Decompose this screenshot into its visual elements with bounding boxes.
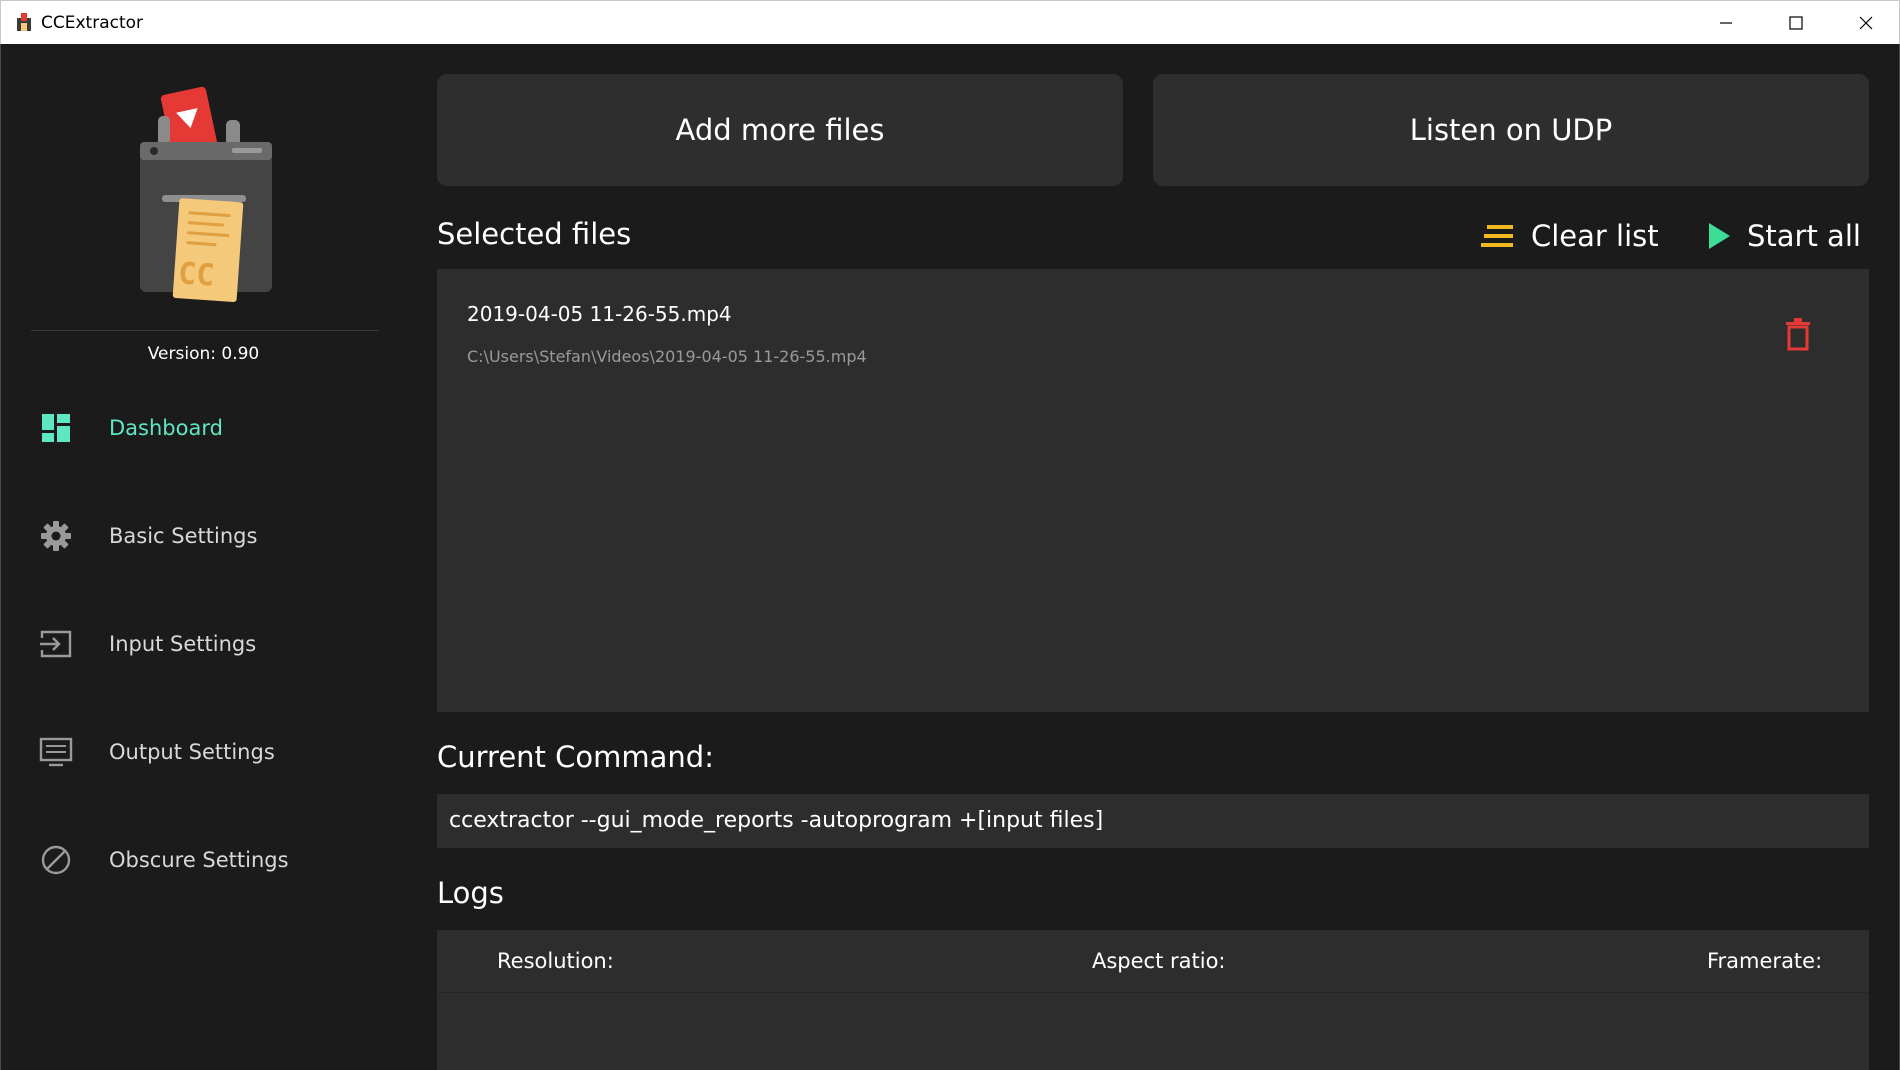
clear-list-button[interactable]: Clear list xyxy=(1481,214,1659,258)
logs-panel: Resolution: Aspect ratio: Framerate: xyxy=(437,930,1869,1070)
svg-text:CC: CC xyxy=(177,256,215,293)
clear-list-label: Clear list xyxy=(1531,219,1659,253)
app-body: CC Version: 0.90 Dashboard Basic Setting… xyxy=(0,44,1900,1070)
window-title: CCExtractor xyxy=(41,13,144,33)
gear-icon xyxy=(39,519,73,553)
sidebar-item-dashboard[interactable]: Dashboard xyxy=(1,388,391,468)
sidebar-item-basic-settings[interactable]: Basic Settings xyxy=(1,496,391,576)
sidebar-item-label: Input Settings xyxy=(109,632,257,656)
selected-files-title: Selected files xyxy=(437,217,632,251)
start-all-button[interactable]: Start all xyxy=(1707,214,1861,258)
delete-file-button[interactable] xyxy=(1783,317,1813,351)
input-icon xyxy=(39,627,73,661)
ccextractor-logo: CC xyxy=(140,86,272,303)
logs-title: Logs xyxy=(437,876,504,910)
sidebar-item-obscure-settings[interactable]: Obscure Settings xyxy=(1,820,391,900)
sidebar-item-label: Output Settings xyxy=(109,740,275,764)
resolution-label: Resolution: xyxy=(497,949,614,973)
list-item[interactable]: 2019-04-05 11-26-55.mp4 C:\Users\Stefan\… xyxy=(437,269,1869,379)
monitor-icon xyxy=(39,735,73,769)
version-label: Version: 0.90 xyxy=(147,344,260,364)
close-button[interactable] xyxy=(1831,1,1900,45)
aspect-ratio-label: Aspect ratio: xyxy=(1092,949,1226,973)
logs-header: Resolution: Aspect ratio: Framerate: xyxy=(437,930,1869,993)
start-all-label: Start all xyxy=(1747,219,1861,253)
current-command-title: Current Command: xyxy=(437,740,714,774)
dashboard-icon xyxy=(39,411,73,445)
app-icon xyxy=(17,13,31,31)
current-command-box[interactable]: ccextractor --gui_mode_reports -autoprog… xyxy=(437,794,1869,848)
close-icon xyxy=(1859,16,1873,30)
sidebar-item-label: Dashboard xyxy=(109,416,223,440)
block-icon xyxy=(39,843,73,877)
clear-list-icon xyxy=(1481,225,1513,247)
play-icon xyxy=(1709,223,1730,249)
minimize-icon xyxy=(1720,22,1732,24)
file-name: 2019-04-05 11-26-55.mp4 xyxy=(467,302,732,326)
selected-files-list: 2019-04-05 11-26-55.mp4 C:\Users\Stefan\… xyxy=(437,269,1869,712)
add-more-files-button[interactable]: Add more files xyxy=(437,74,1123,186)
window-titlebar: CCExtractor xyxy=(0,0,1900,45)
listen-on-udp-button[interactable]: Listen on UDP xyxy=(1153,74,1869,186)
sidebar-item-label: Obscure Settings xyxy=(109,848,289,872)
trash-icon xyxy=(1786,318,1810,351)
framerate-label: Framerate: xyxy=(1707,949,1823,973)
maximize-button[interactable] xyxy=(1761,1,1831,45)
sidebar-item-output-settings[interactable]: Output Settings xyxy=(1,712,391,792)
maximize-icon xyxy=(1789,16,1803,30)
sidebar: CC Version: 0.90 Dashboard Basic Setting… xyxy=(1,44,391,1070)
file-path: C:\Users\Stefan\Videos\2019-04-05 11-26-… xyxy=(467,347,867,366)
minimize-button[interactable] xyxy=(1691,1,1761,45)
current-command-text: ccextractor --gui_mode_reports -autoprog… xyxy=(449,808,1104,833)
logo-divider xyxy=(31,330,379,331)
sidebar-item-input-settings[interactable]: Input Settings xyxy=(1,604,391,684)
sidebar-item-label: Basic Settings xyxy=(109,524,258,548)
